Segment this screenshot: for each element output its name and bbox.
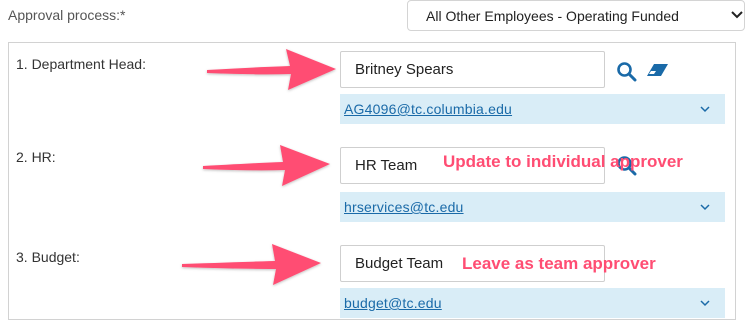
arrow-3 xyxy=(182,244,321,285)
arrow-1 xyxy=(207,49,336,90)
annotation-arrows xyxy=(182,49,336,285)
arrow-2 xyxy=(203,145,330,186)
